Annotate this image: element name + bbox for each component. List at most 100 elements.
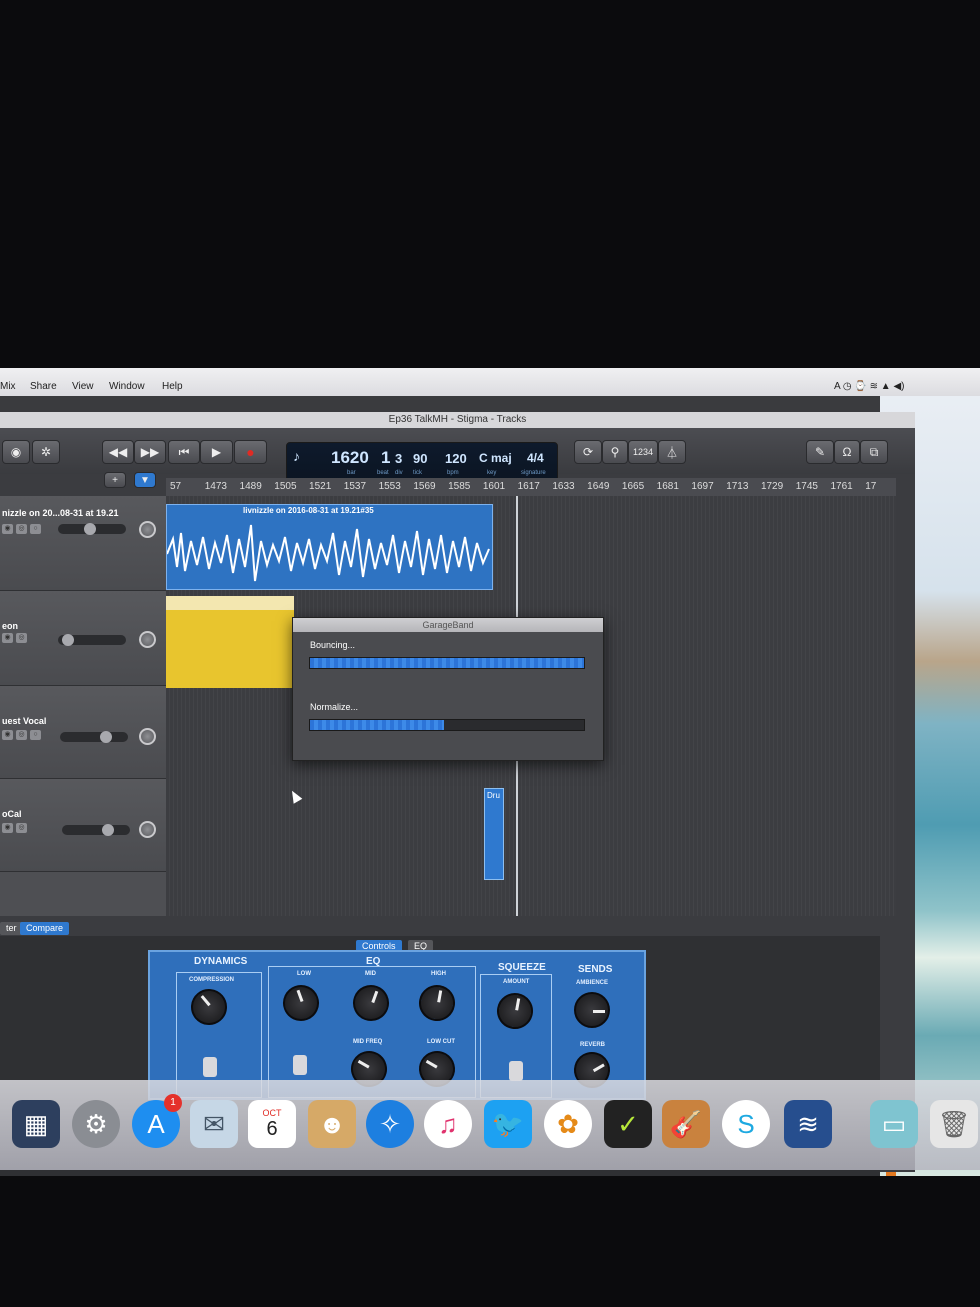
ruler-mark: 1697: [691, 481, 714, 492]
track-header[interactable]: oCal ◉ ◎: [0, 779, 166, 872]
ruler-mark: 1745: [795, 481, 818, 492]
mute-icon[interactable]: ◉: [2, 823, 13, 833]
menu-share[interactable]: Share: [30, 381, 57, 392]
solo-icon[interactable]: ◎: [16, 730, 27, 740]
region-header: [166, 596, 294, 610]
ambience-knob[interactable]: [574, 992, 610, 1028]
amount-knob[interactable]: [494, 990, 536, 1032]
bouncing-progress-bar: [309, 657, 585, 669]
lcd-key: C maj: [479, 451, 512, 465]
metronome-button[interactable]: ⏃: [658, 440, 686, 464]
record-enable-icon[interactable]: ○: [30, 730, 41, 740]
menu-window[interactable]: Window: [109, 381, 145, 392]
ruler-mark: 1585: [448, 481, 471, 492]
forward-button[interactable]: ▶▶: [134, 440, 166, 464]
ruler-mark: 57: [170, 481, 182, 492]
twitter-icon[interactable]: 🐦: [484, 1100, 532, 1148]
volume-knob[interactable]: [62, 634, 74, 646]
skype-icon[interactable]: S: [722, 1100, 770, 1148]
eq-toggle[interactable]: [293, 1055, 307, 1075]
smart-filter-button[interactable]: ▼: [134, 472, 156, 488]
downloads-folder-icon[interactable]: ▭: [870, 1100, 918, 1148]
track-header[interactable]: eon ◉ ◎: [0, 591, 166, 686]
track-header[interactable]: nizzle on 20...08-31 at 19.21 ◉ ◎ ○: [0, 496, 166, 591]
track-controls: ◉ ◎ ○: [2, 730, 41, 740]
compression-toggle[interactable]: [203, 1057, 217, 1077]
library-button[interactable]: ◉: [2, 440, 30, 464]
notepad-button[interactable]: ✎: [806, 440, 834, 464]
menu-help[interactable]: Help: [162, 381, 183, 392]
photos-icon[interactable]: ✿: [544, 1100, 592, 1148]
squeeze-title: SQUEEZE: [498, 962, 546, 973]
ruler-mark: 1617: [517, 481, 540, 492]
volume-slider[interactable]: [62, 824, 130, 836]
high-knob[interactable]: [416, 982, 458, 1024]
normalize-label: Normalize...: [310, 702, 359, 712]
solo-icon[interactable]: ◎: [16, 524, 27, 534]
nike-plus-icon[interactable]: ✓: [604, 1100, 652, 1148]
mute-icon[interactable]: ◉: [2, 524, 13, 534]
mission-control-icon[interactable]: ▦: [12, 1100, 60, 1148]
garageband-icon[interactable]: 🎸: [662, 1100, 710, 1148]
volume-slider[interactable]: [58, 634, 126, 646]
menu-bar: Mix Share View Window Help A ◷ ⌚ ≋ ▲ ◀): [0, 368, 980, 396]
drummer-region[interactable]: Dru: [484, 788, 504, 880]
smart-controls-button[interactable]: ✲: [32, 440, 60, 464]
compression-knob[interactable]: [183, 981, 235, 1033]
volume-knob[interactable]: [84, 523, 96, 535]
cycle-icon: ⟳: [582, 445, 594, 459]
mid-knob[interactable]: [347, 979, 395, 1027]
mute-icon[interactable]: ◉: [2, 730, 13, 740]
timeline-ruler[interactable]: 57 1473 1489 1505 1521 1537 1553 1569 1585 1601 16…: [166, 478, 896, 497]
itunes-icon[interactable]: ♫: [424, 1100, 472, 1148]
cycle-button[interactable]: ⟳: [574, 440, 602, 464]
low-knob[interactable]: [277, 979, 325, 1027]
track-name: nizzle on 20...08-31 at 19.21: [2, 508, 119, 518]
contacts-icon[interactable]: ☻: [308, 1100, 356, 1148]
record-enable-icon[interactable]: ○: [30, 524, 41, 534]
sends-title: SENDS: [578, 964, 613, 975]
audio-editor-icon[interactable]: ≋: [784, 1100, 832, 1148]
rewind-button[interactable]: ◀◀: [102, 440, 134, 464]
lcd-bar: 1620: [331, 448, 369, 467]
go-to-beginning-button[interactable]: ⏮: [168, 440, 200, 464]
squeeze-toggle[interactable]: [509, 1061, 523, 1081]
pan-knob[interactable]: [139, 521, 156, 538]
loop-browser-button[interactable]: Ω: [834, 440, 860, 464]
volume-knob[interactable]: [100, 731, 112, 743]
record-button[interactable]: ●: [234, 440, 267, 464]
add-track-button[interactable]: +: [104, 472, 126, 488]
calendar-icon[interactable]: OCT 6: [248, 1100, 296, 1148]
ruler-mark: 1473: [204, 481, 227, 492]
audio-region[interactable]: livnizzle on 2016-08-31 at 19.21#35: [166, 504, 493, 590]
menu-view[interactable]: View: [72, 381, 94, 392]
media-browser-button[interactable]: ⧉: [860, 440, 888, 464]
pan-knob[interactable]: [139, 631, 156, 648]
audio-region[interactable]: [166, 596, 294, 688]
solo-icon[interactable]: ◎: [16, 633, 27, 643]
pan-knob[interactable]: [139, 821, 156, 838]
system-preferences-icon[interactable]: ⚙: [72, 1100, 120, 1148]
pan-knob[interactable]: [139, 728, 156, 745]
volume-slider[interactable]: [58, 523, 126, 535]
mute-icon[interactable]: ◉: [2, 633, 13, 643]
track-header[interactable]: uest Vocal ◉ ◎ ○: [0, 686, 166, 779]
ruler-mark: 1537: [343, 481, 367, 492]
compare-button[interactable]: Compare: [20, 922, 70, 935]
mail-icon[interactable]: ✉: [190, 1100, 238, 1148]
tuner-button[interactable]: ⚲: [602, 440, 628, 464]
count-in-button[interactable]: 1234: [628, 440, 658, 464]
safari-icon[interactable]: ✧: [366, 1100, 414, 1148]
volume-knob[interactable]: [102, 824, 114, 836]
trash-icon[interactable]: 🗑: [930, 1100, 978, 1148]
play-button[interactable]: ▶: [200, 440, 233, 464]
toolbar: ◉ ✲ ◀◀ ▶▶ ⏮ ▶ ● ♪ 1620 bar 1 beat 3 div …: [0, 428, 915, 484]
solo-icon[interactable]: ◎: [16, 823, 27, 833]
volume-slider[interactable]: [60, 731, 128, 743]
ruler-mark: 1633: [552, 481, 575, 492]
forward-icon: ▶▶: [140, 445, 160, 459]
notepad-icon: ✎: [814, 445, 826, 459]
dynamics-title: DYNAMICS: [194, 956, 248, 967]
waveform: [167, 524, 490, 582]
menu-mix[interactable]: Mix: [0, 381, 16, 392]
